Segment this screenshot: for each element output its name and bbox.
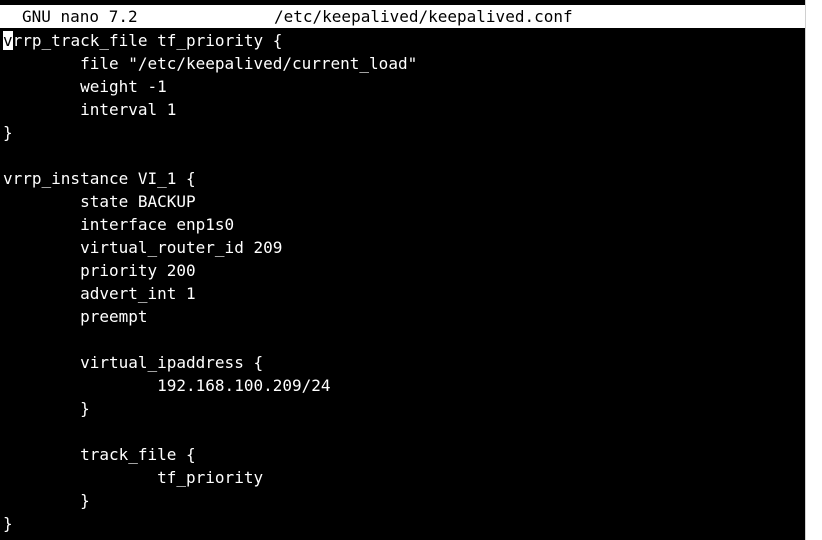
- editor-line[interactable]: preempt: [3, 305, 803, 328]
- editor-line[interactable]: interval 1: [3, 98, 803, 121]
- nano-title-bar: GNU nano 7.2 /etc/keepalived/keepalived.…: [0, 5, 805, 28]
- editor-line[interactable]: [3, 420, 803, 443]
- editor-line[interactable]: }: [3, 489, 803, 512]
- editor-line[interactable]: interface enp1s0: [3, 213, 803, 236]
- editor-line[interactable]: vrrp_instance VI_1 {: [3, 167, 803, 190]
- window-side-panel: [805, 0, 822, 540]
- editor-line[interactable]: virtual_ipaddress {: [3, 351, 803, 374]
- nano-version-label: GNU nano 7.2: [22, 7, 138, 26]
- editor-line[interactable]: tf_priority: [3, 466, 803, 489]
- terminal-window[interactable]: GNU nano 7.2 /etc/keepalived/keepalived.…: [0, 0, 805, 540]
- editor-line[interactable]: }: [3, 121, 803, 144]
- editor-line[interactable]: advert_int 1: [3, 282, 803, 305]
- editor-line[interactable]: track_file {: [3, 443, 803, 466]
- editor-line[interactable]: state BACKUP: [3, 190, 803, 213]
- editor-line[interactable]: file "/etc/keepalived/current_load": [3, 52, 803, 75]
- text-cursor: v: [3, 31, 13, 50]
- file-path-label: /etc/keepalived/keepalived.conf: [274, 7, 573, 26]
- editor-line[interactable]: }: [3, 512, 803, 535]
- editor-line[interactable]: [3, 328, 803, 351]
- editor-line[interactable]: [3, 144, 803, 167]
- editor-line[interactable]: weight -1: [3, 75, 803, 98]
- editor-buffer[interactable]: vrrp_track_file tf_priority { file "/etc…: [3, 29, 803, 535]
- editor-line[interactable]: }: [3, 397, 803, 420]
- line-text: rrp_track_file tf_priority {: [12, 31, 283, 50]
- editor-line[interactable]: vrrp_track_file tf_priority {: [3, 29, 803, 52]
- editor-line[interactable]: virtual_router_id 209: [3, 236, 803, 259]
- editor-line[interactable]: priority 200: [3, 259, 803, 282]
- editor-line[interactable]: 192.168.100.209/24: [3, 374, 803, 397]
